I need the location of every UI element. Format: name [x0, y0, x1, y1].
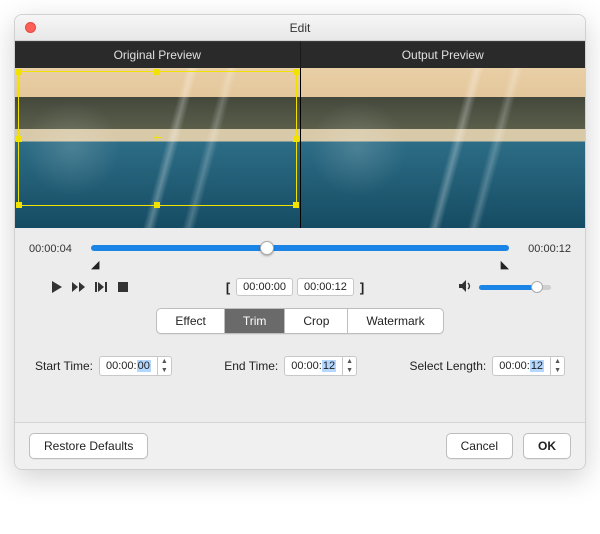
next-frame-button[interactable] — [93, 279, 109, 295]
chevron-down-icon[interactable]: ▼ — [343, 366, 356, 375]
timeline-playhead[interactable] — [260, 241, 274, 255]
crop-handle-br[interactable] — [293, 202, 299, 208]
restore-defaults-button[interactable]: Restore Defaults — [29, 433, 148, 459]
stop-button[interactable] — [115, 279, 131, 295]
titlebar: Edit — [15, 15, 585, 41]
timeline-current: 00:00:04 — [29, 243, 83, 255]
set-end-button[interactable]: ] — [358, 280, 366, 295]
volume-thumb[interactable] — [531, 281, 543, 293]
range-end-display: 00:00:12 — [297, 278, 354, 296]
end-time-label: End Time: — [224, 359, 278, 373]
ok-button[interactable]: OK — [523, 433, 571, 459]
preview-headers: Original Preview Output Preview — [15, 41, 585, 68]
chevron-down-icon[interactable]: ▼ — [551, 366, 564, 375]
select-length-stepper[interactable]: 00:00:12 ▲▼ — [492, 356, 565, 376]
timeline-total: 00:00:12 — [517, 243, 571, 255]
start-time-stepper[interactable]: 00:00:00 ▲▼ — [99, 356, 172, 376]
output-preview-label: Output Preview — [301, 41, 586, 68]
range-start-handle[interactable]: ◢ — [91, 258, 99, 271]
timeline-track[interactable] — [91, 238, 509, 260]
tab-bar: EffectTrimCropWatermark — [156, 308, 443, 334]
timeline: 00:00:04 00:00:12 — [29, 238, 571, 260]
original-preview[interactable]: + — [15, 68, 301, 228]
fast-forward-button[interactable] — [71, 279, 87, 295]
volume-icon[interactable] — [459, 280, 473, 295]
play-button[interactable] — [49, 279, 65, 295]
original-preview-label: Original Preview — [15, 41, 301, 68]
chevron-down-icon[interactable]: ▼ — [158, 366, 171, 375]
end-time-stepper[interactable]: 00:00:12 ▲▼ — [284, 356, 357, 376]
volume-slider[interactable] — [479, 285, 551, 290]
crop-handle-bl[interactable] — [16, 202, 22, 208]
start-time-label: Start Time: — [35, 359, 93, 373]
crop-handle-l[interactable] — [16, 136, 22, 142]
tab-crop[interactable]: Crop — [285, 309, 348, 333]
set-start-button[interactable]: [ — [224, 280, 232, 295]
crop-handle-t[interactable] — [154, 69, 160, 75]
range-end-handle[interactable]: ◣ — [501, 258, 509, 271]
crop-handle-tr[interactable] — [293, 69, 299, 75]
chevron-up-icon[interactable]: ▲ — [158, 357, 171, 366]
cancel-button[interactable]: Cancel — [446, 433, 513, 459]
preview-panes: + — [15, 68, 585, 228]
crop-handle-tl[interactable] — [16, 69, 22, 75]
tab-trim[interactable]: Trim — [225, 309, 286, 333]
crop-center-icon[interactable]: + — [153, 131, 162, 147]
edit-window: Edit Original Preview Output Preview + — [14, 14, 586, 470]
chevron-up-icon[interactable]: ▲ — [343, 357, 356, 366]
tab-effect[interactable]: Effect — [157, 309, 224, 333]
tab-watermark[interactable]: Watermark — [348, 309, 442, 333]
crop-frame[interactable]: + — [18, 71, 297, 206]
window-title: Edit — [15, 21, 585, 35]
chevron-up-icon[interactable]: ▲ — [551, 357, 564, 366]
output-preview — [301, 68, 586, 228]
close-icon[interactable] — [25, 22, 36, 33]
range-start-display: 00:00:00 — [236, 278, 293, 296]
crop-handle-b[interactable] — [154, 202, 160, 208]
crop-handle-r[interactable] — [293, 136, 299, 142]
output-thumbnail — [301, 68, 586, 228]
select-length-label: Select Length: — [409, 359, 486, 373]
